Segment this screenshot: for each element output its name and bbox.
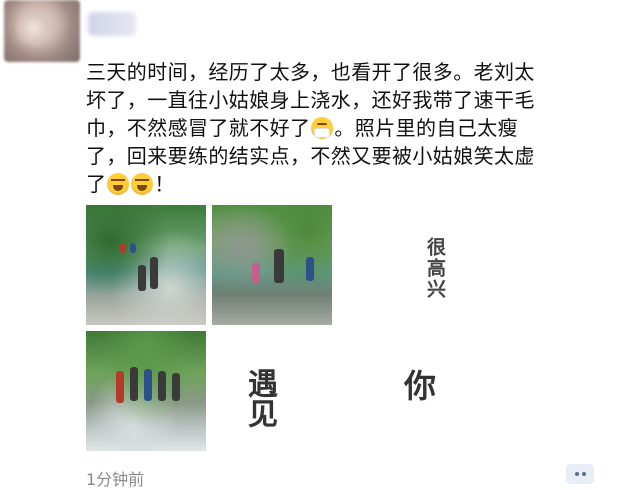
- photo-text-ni[interactable]: 你: [400, 364, 440, 405]
- tears-of-joy-icon: [107, 173, 130, 195]
- post-line-4: 了，回来要练的结实点，不然又要被小姑娘笑太虚: [86, 144, 535, 168]
- mask-emoji-icon: [311, 117, 334, 139]
- post-line-5: 了！: [86, 170, 614, 198]
- post-line-1: 三天的时间，经历了太多，也看开了很多。老刘太: [86, 60, 535, 84]
- photo-2[interactable]: [212, 205, 332, 325]
- photo-text-henhigh[interactable]: 很高兴: [424, 228, 446, 308]
- post-line-3b: 。照片里的自己太瘦: [334, 116, 519, 140]
- post-line-3: 巾，不然感冒了就不好了 。照片里的自己太瘦: [86, 114, 614, 142]
- post-line-3a: 巾，不然感冒了就不好了: [86, 116, 311, 140]
- photo-3[interactable]: [86, 331, 206, 451]
- more-dots-icon: [574, 472, 579, 476]
- photo-1[interactable]: [86, 205, 206, 325]
- more-button[interactable]: [566, 464, 594, 484]
- post-line-5b: ！: [154, 172, 175, 196]
- avatar[interactable]: [4, 0, 80, 62]
- more-dots-icon: [581, 472, 586, 476]
- timestamp: 1分钟前: [86, 470, 145, 489]
- photo-text-yujian[interactable]: 遇见: [240, 358, 278, 438]
- post-line-5a: 了: [86, 172, 107, 196]
- tears-of-joy-icon: [131, 173, 154, 195]
- post-text: 三天的时间，经历了太多，也看开了很多。老刘太 坏了，一直往小姑娘身上浇水，还好我…: [86, 58, 614, 198]
- username-blurred[interactable]: [88, 12, 136, 36]
- post-line-2: 坏了，一直往小姑娘身上浇水，还好我带了速干毛: [86, 88, 535, 112]
